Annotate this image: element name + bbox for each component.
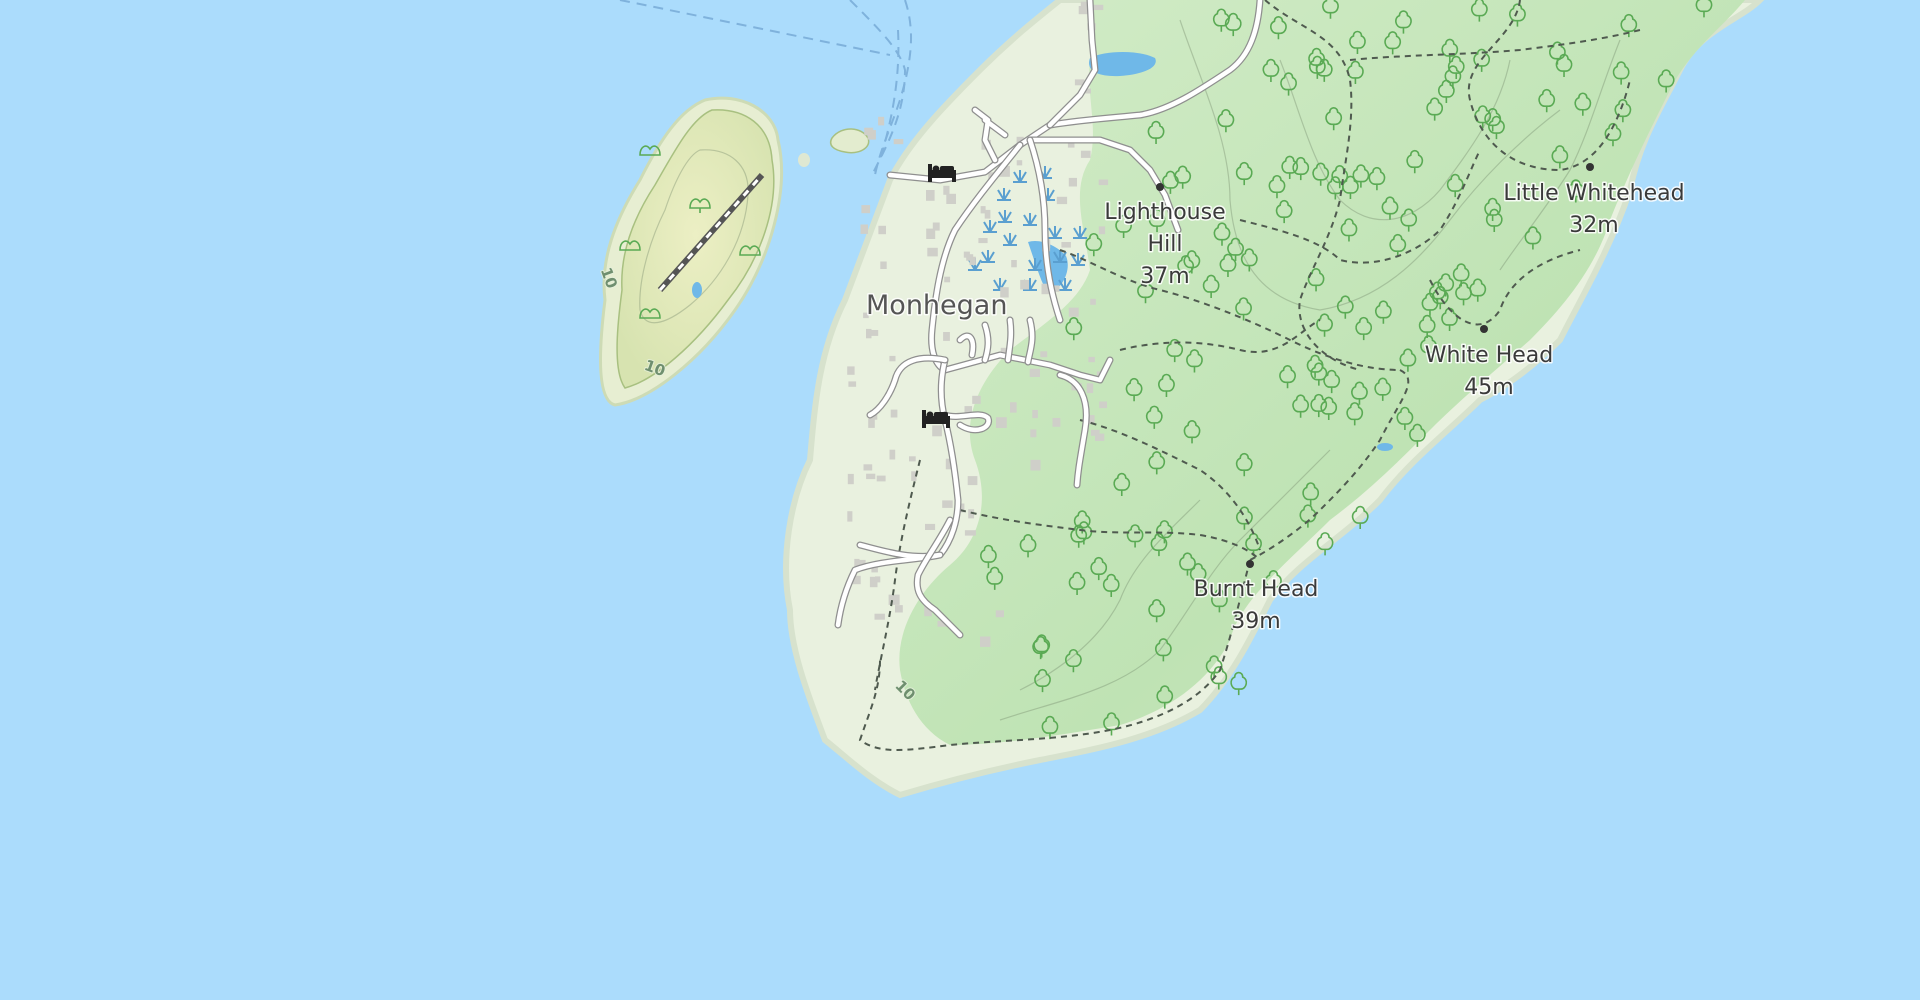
- peak-label-burnt-head[interactable]: Burnt Head: [1192, 576, 1320, 604]
- map-canvas[interactable]: 10 10 10 Monhegan Lighthouse Hill 37m Li…: [0, 0, 1920, 1000]
- peak-label-lighthouse-hill[interactable]: Lighthouse: [1103, 199, 1227, 227]
- peak-label-little-whitehead[interactable]: Little Whitehead: [1502, 180, 1686, 208]
- peak-label-lighthouse-hill-line2: Hill: [1148, 232, 1183, 257]
- peak-elevation-little-whitehead: 32m: [1569, 213, 1618, 238]
- place-label-monhegan[interactable]: Monhegan: [865, 289, 1009, 323]
- peak-elevation-lighthouse-hill: 37m: [1140, 264, 1189, 289]
- peak-elevation-burnt-head: 39m: [1231, 609, 1280, 634]
- peak-elevation-white-head: 45m: [1464, 375, 1513, 400]
- peak-label-white-head[interactable]: White Head: [1423, 342, 1555, 370]
